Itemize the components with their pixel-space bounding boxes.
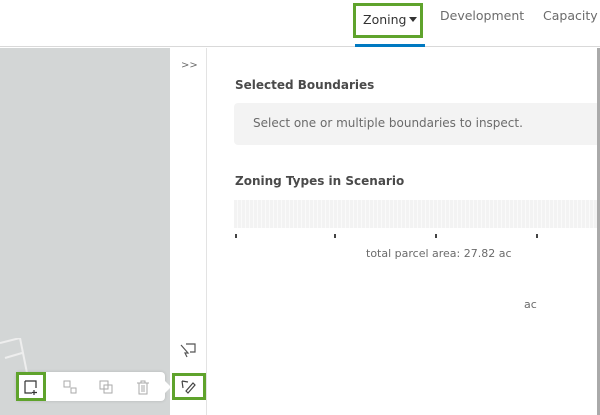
area-unit: ac — [524, 298, 537, 311]
select-tool-button[interactable] — [174, 336, 202, 364]
trash-icon — [137, 380, 149, 395]
axis-tick — [235, 234, 237, 238]
tab-label: Zoning — [363, 12, 407, 27]
tab-zoning[interactable]: Zoning — [353, 3, 423, 38]
zoning-types-bar — [234, 200, 600, 228]
sketch-tools-popover — [16, 372, 171, 401]
tab-development[interactable]: Development — [440, 8, 524, 23]
split-icon — [63, 380, 77, 394]
sketch-pencil-icon — [181, 379, 196, 394]
active-tab-indicator — [355, 44, 425, 47]
duplicate-icon — [99, 380, 113, 394]
zoning-types-title: Zoning Types in Scenario — [235, 174, 405, 188]
axis-tick — [536, 234, 538, 238]
select-features-icon — [180, 343, 196, 358]
side-toolbar: >> — [170, 48, 207, 415]
map-view[interactable] — [0, 48, 170, 415]
total-parcel-area: total parcel area: 27.82 ac — [366, 247, 512, 260]
top-nav: Zoning Development Capacity — [0, 0, 600, 47]
expand-panel-button[interactable]: >> — [181, 60, 198, 71]
draw-rectangle-button[interactable] — [16, 372, 46, 401]
axis-tick — [334, 234, 336, 238]
caret-down-icon — [409, 17, 418, 22]
axis-tick — [435, 234, 437, 238]
tab-capacity[interactable]: Capacity — [543, 8, 598, 23]
inspect-panel: Selected Boundaries Select one or multip… — [207, 48, 600, 415]
delete-button[interactable] — [129, 373, 157, 401]
rectangle-plus-icon — [24, 379, 37, 395]
duplicate-button[interactable] — [92, 373, 120, 401]
split-button[interactable] — [56, 373, 84, 401]
sketch-tool-button[interactable] — [172, 373, 206, 400]
selected-boundaries-title: Selected Boundaries — [235, 78, 375, 92]
inspect-hint: Select one or multiple boundaries to ins… — [234, 103, 600, 145]
